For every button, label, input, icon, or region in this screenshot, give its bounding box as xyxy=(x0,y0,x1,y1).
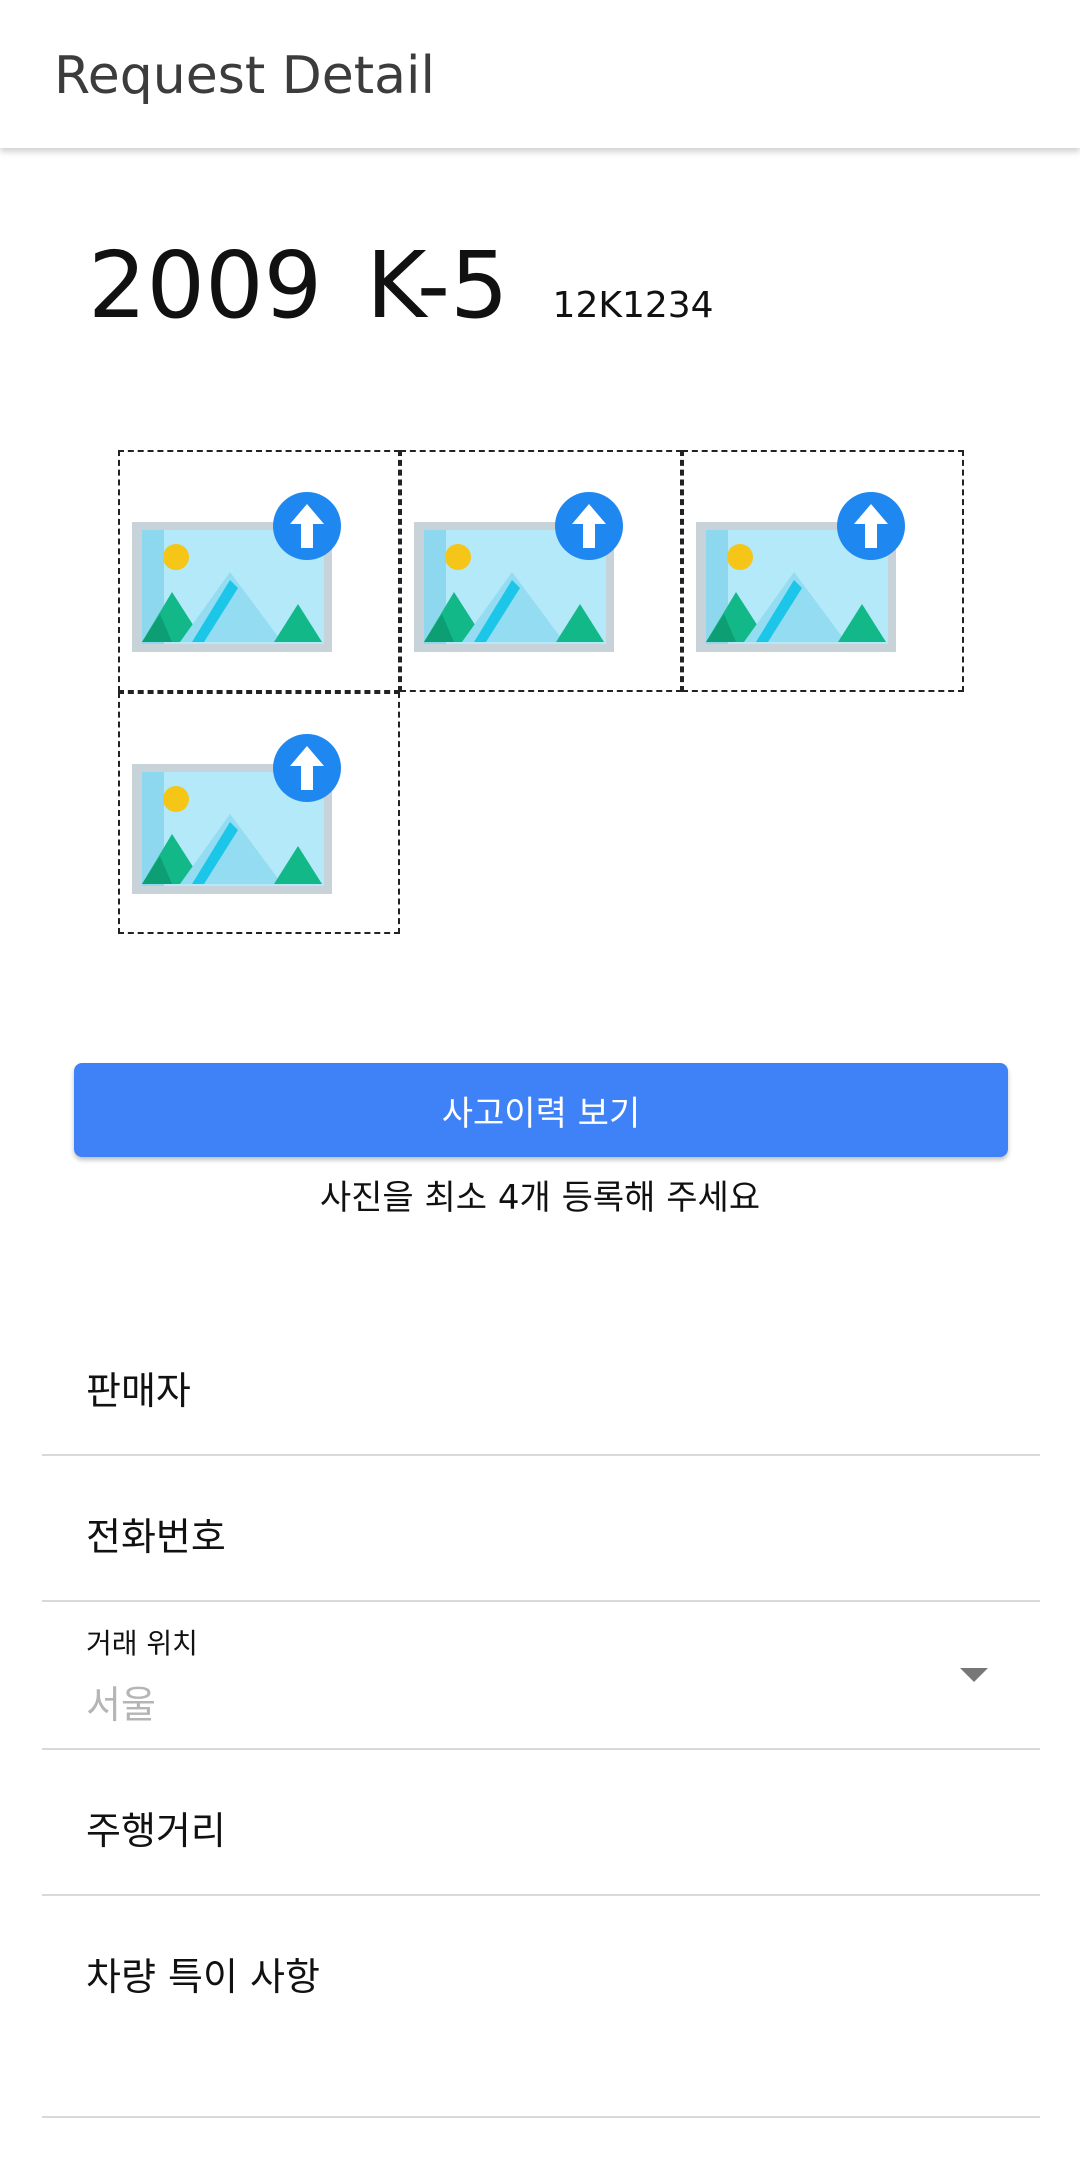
location-label: 거래 위치 xyxy=(86,1627,198,1660)
vehicle-notes-label: 차량 특이 사항 xyxy=(86,1955,320,1999)
mileage-label: 주행거리 xyxy=(86,1809,226,1853)
location-value: 서울 xyxy=(86,1683,156,1727)
page-title: Request Detail xyxy=(54,46,435,106)
vehicle-model: K-5 xyxy=(366,232,509,339)
photo-slot-2[interactable] xyxy=(400,450,682,692)
photo-requirement-hint: 사진을 최소 4개 등록해 주세요 xyxy=(319,1178,761,1218)
accident-history-button[interactable]: 사고이력 보기 xyxy=(74,1063,1008,1157)
image-upload-icon xyxy=(132,492,341,652)
image-upload-icon xyxy=(132,734,341,894)
image-upload-icon xyxy=(696,492,905,652)
photo-slot-3[interactable] xyxy=(682,450,964,692)
vehicle-year: 2009 xyxy=(88,232,323,339)
phone-label: 전화번호 xyxy=(86,1515,226,1559)
photo-slot-1[interactable] xyxy=(118,450,400,692)
vehicle-notes-field[interactable]: 차량 특이 사항 xyxy=(42,1896,1040,2118)
seller-field[interactable]: 판매자 xyxy=(42,1310,1040,1456)
vehicle-plate: 12K1234 xyxy=(552,285,714,326)
app-bar: Request Detail xyxy=(0,0,1080,148)
phone-field[interactable]: 전화번호 xyxy=(42,1456,1040,1602)
photo-slot-4[interactable] xyxy=(118,692,400,934)
vehicle-heading: 2009 K-5 12K1234 xyxy=(88,232,714,342)
mileage-field[interactable]: 주행거리 xyxy=(42,1750,1040,1896)
dropdown-arrow-icon[interactable] xyxy=(960,1668,988,1682)
image-upload-icon xyxy=(414,492,623,652)
location-select[interactable]: 거래 위치 서울 xyxy=(42,1602,1040,1750)
seller-label: 판매자 xyxy=(86,1369,191,1413)
